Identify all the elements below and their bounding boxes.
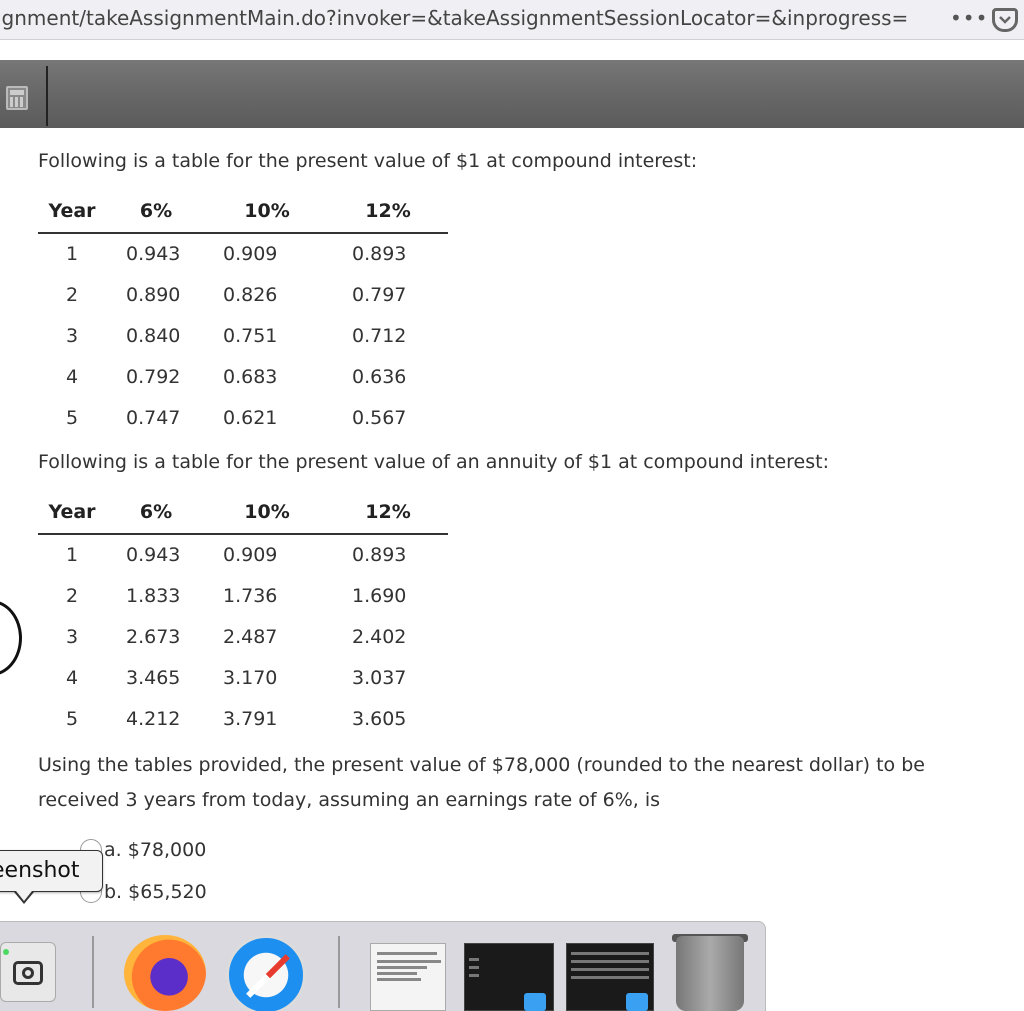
page-actions-menu-button[interactable]: •••	[950, 6, 988, 30]
table-cell: 0.621	[223, 406, 278, 429]
running-indicator	[3, 949, 9, 955]
annuity-table: Year 6% 10% 12% 1 0.943 0.909 0.893 2 1.…	[38, 490, 448, 739]
table-cell: 0.683	[223, 365, 278, 388]
table-row: 4 3.465 3.170 3.037	[38, 657, 448, 698]
table-row: 1 0.943 0.909 0.893	[38, 534, 448, 575]
calculator-icon[interactable]	[6, 86, 28, 110]
toolbar-spacer	[0, 40, 1024, 60]
table-cell: 3.170	[223, 666, 278, 689]
finder-icon	[524, 993, 546, 1011]
table-cell: 2	[65, 283, 79, 306]
table-cell: 0.943	[126, 243, 181, 265]
table-cell: 0.909	[223, 243, 278, 265]
table-cell: 0.943	[126, 544, 181, 566]
option-a-label[interactable]: a. $78,000	[104, 839, 206, 861]
option-text: $65,520	[128, 881, 207, 903]
table-cell: 0.909	[223, 544, 278, 566]
table1-intro: Following is a table for the present val…	[38, 150, 698, 172]
table-cell: 0.636	[352, 365, 407, 388]
table-cell: 3.037	[352, 666, 407, 689]
column-header: Year	[38, 189, 106, 234]
table-cell: 0.840	[126, 324, 181, 347]
dock-separator	[338, 936, 340, 1008]
table-cell: 0.747	[126, 406, 181, 429]
table-cell: 3.605	[352, 707, 407, 730]
option-b-label[interactable]: b. $65,520	[104, 881, 207, 903]
table2-intro: Following is a table for the present val…	[38, 451, 829, 473]
table-row: 1 0.943 0.909 0.893	[38, 233, 448, 274]
url-text[interactable]: ignment/takeAssignmentMain.do?invoker=&t…	[0, 6, 908, 30]
table-cell: 0.712	[352, 324, 407, 347]
table-cell: 4.212	[126, 707, 181, 730]
table-row: 5 4.212 3.791 3.605	[38, 698, 448, 739]
table-cell: 1.736	[223, 584, 278, 607]
table-row: 2 1.833 1.736 1.690	[38, 575, 448, 616]
table-cell: 2	[65, 584, 79, 607]
table-cell: 0.797	[352, 283, 407, 306]
option-letter: a.	[104, 839, 122, 861]
table-cell: 0.893	[352, 544, 407, 566]
assignment-toolbar	[0, 60, 1024, 128]
url-bar[interactable]: ignment/takeAssignmentMain.do?invoker=&t…	[0, 0, 1024, 40]
column-header: 12%	[328, 189, 448, 234]
table-cell: 0.567	[352, 406, 407, 429]
dock-tooltip: eenshot	[0, 850, 103, 892]
table-cell: 5	[65, 707, 79, 730]
table-cell: 1.833	[126, 584, 181, 607]
screen-annotation-circle	[0, 600, 22, 676]
present-value-table: Year 6% 10% 12% 1 0.943 0.909 0.893 2 0.…	[38, 189, 448, 438]
table-cell: 2.487	[223, 625, 278, 648]
tooltip-arrow-fill	[16, 891, 32, 901]
question-text: Using the tables provided, the present v…	[38, 754, 925, 811]
option-letter: b.	[104, 881, 123, 903]
table-cell: 0.890	[126, 283, 181, 306]
option-text: $78,000	[127, 839, 207, 861]
dock-separator	[92, 936, 94, 1008]
table-row: 2 0.890 0.826 0.797	[38, 274, 448, 315]
firefox-icon[interactable]	[124, 935, 206, 1011]
table-cell: 1.690	[352, 584, 407, 607]
compass-needle-icon	[246, 954, 290, 998]
table-cell: 0.792	[126, 365, 181, 388]
table-row: 5 0.747 0.621 0.567	[38, 397, 448, 438]
pocket-icon[interactable]	[992, 8, 1018, 32]
column-header: 6%	[106, 490, 206, 535]
table-cell: 0.893	[352, 243, 407, 265]
table-cell: 2.402	[352, 625, 407, 648]
table-cell: 1	[65, 243, 79, 265]
column-header: Year	[38, 490, 106, 535]
screenshot-app-icon[interactable]	[0, 942, 56, 1002]
table-row: 3 0.840 0.751 0.712	[38, 315, 448, 356]
table-cell: 3	[65, 324, 79, 347]
table-row: 3 2.673 2.487 2.402	[38, 616, 448, 657]
finder-icon	[626, 993, 648, 1011]
table-cell: 1	[65, 544, 79, 566]
document-window-thumbnail[interactable]	[370, 943, 446, 1011]
table-cell: 0.751	[223, 324, 278, 347]
safari-icon[interactable]	[226, 935, 306, 1011]
column-header: 6%	[106, 189, 206, 234]
table-cell: 4	[65, 666, 79, 689]
column-header: 12%	[328, 490, 448, 535]
table-cell: 3.791	[223, 707, 278, 730]
tooltip-text: eenshot	[0, 858, 80, 883]
camera-lens-icon	[22, 967, 34, 979]
column-header: 10%	[206, 189, 328, 234]
table-cell: 4	[65, 365, 79, 388]
toolbar-divider	[46, 66, 48, 126]
table-cell: 2.673	[126, 625, 181, 648]
table-cell: 0.826	[223, 283, 278, 306]
table-row: 4 0.792 0.683 0.636	[38, 356, 448, 397]
trash-icon[interactable]	[676, 936, 744, 1011]
table-cell: 3.465	[126, 666, 181, 689]
table-cell: 5	[65, 406, 79, 429]
table-cell: 3	[65, 625, 79, 648]
column-header: 10%	[206, 490, 328, 535]
